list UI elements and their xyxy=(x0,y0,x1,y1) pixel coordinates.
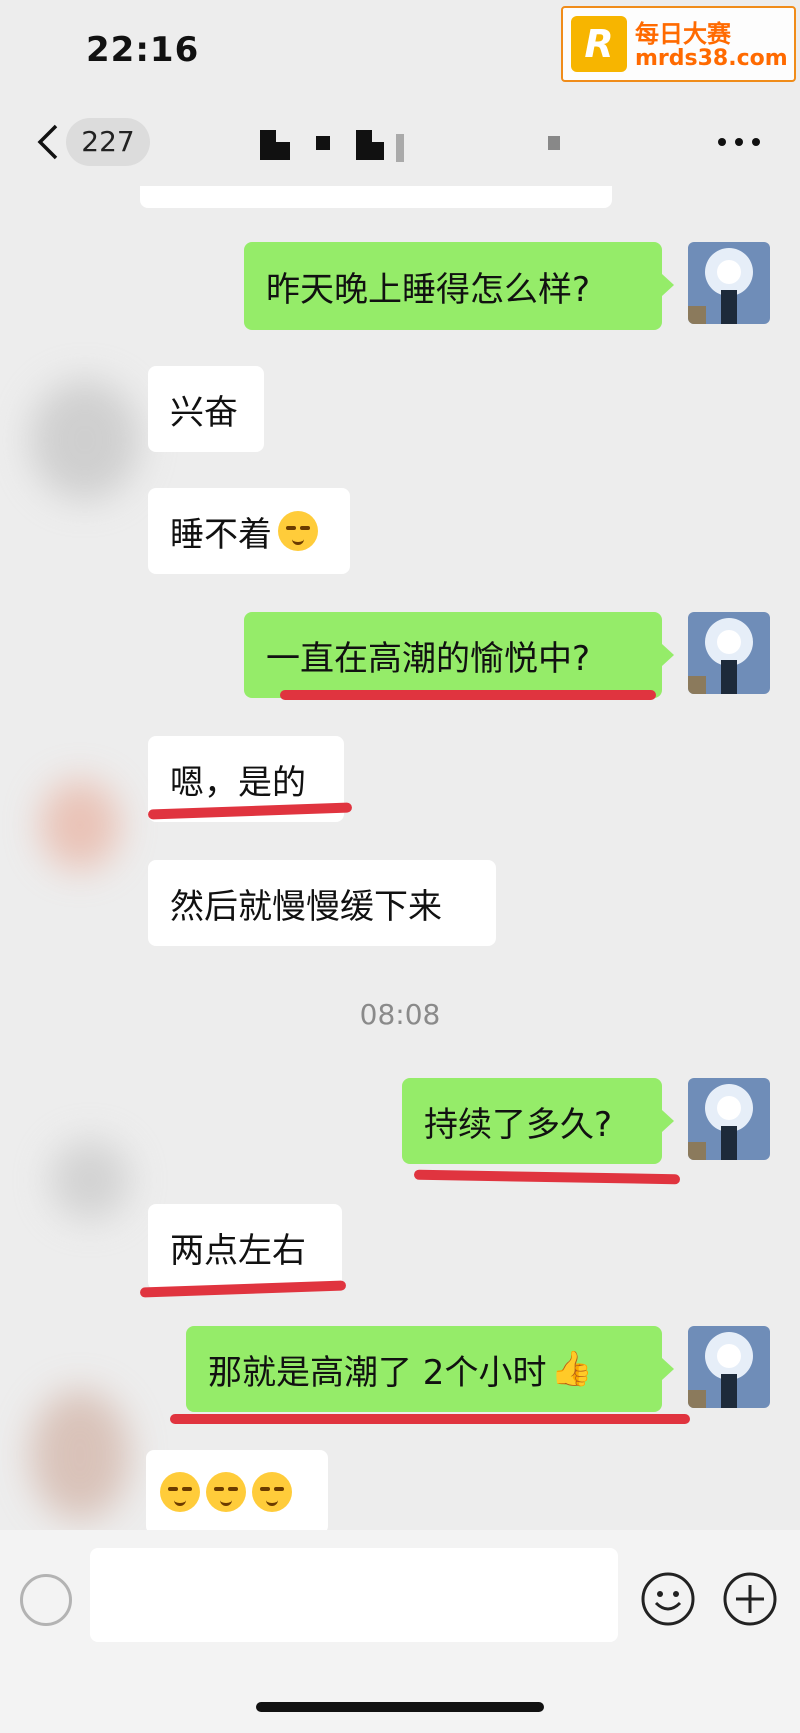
message-text: 睡不着 xyxy=(170,514,272,555)
user-avatar[interactable] xyxy=(688,612,770,694)
message-text: 嗯，是的 xyxy=(170,762,306,803)
bubble-tail xyxy=(662,274,674,296)
message-bubble-incoming[interactable]: 两点左右 xyxy=(148,1204,342,1290)
home-indicator[interactable] xyxy=(256,1702,544,1712)
blurred-avatar-left xyxy=(40,780,120,870)
message-bubble-partial xyxy=(140,186,612,208)
message-bubble-outgoing[interactable]: 昨天晚上睡得怎么样? xyxy=(244,242,662,330)
highlight-underline xyxy=(170,1414,690,1424)
watermark-url: mrds38.com xyxy=(635,46,788,71)
message-text: 持续了多久? xyxy=(424,1104,613,1145)
watermark-badge: R 每日大赛 mrds38.com xyxy=(561,6,796,82)
bubble-tail xyxy=(662,644,674,666)
unread-count-badge[interactable]: 227 xyxy=(66,118,150,166)
voice-icon[interactable] xyxy=(20,1574,72,1626)
message-text: 兴奋 xyxy=(170,392,238,433)
smirking-face-icon xyxy=(252,1472,292,1512)
message-bubble-incoming[interactable]: 睡不着 xyxy=(148,488,350,574)
message-text: 两点左右 xyxy=(170,1230,306,1271)
user-avatar[interactable] xyxy=(688,1078,770,1160)
blurred-avatar-left xyxy=(50,1140,130,1220)
status-time: 22:16 xyxy=(86,30,200,70)
watermark-logo: R xyxy=(571,16,627,72)
message-text: 然后就慢慢缓下来 xyxy=(170,886,442,927)
thumbs-up-icon: 👍 xyxy=(550,1349,593,1389)
back-chevron-icon[interactable] xyxy=(30,122,70,162)
chat-timestamp: 08:08 xyxy=(359,998,441,1031)
emoji-icon[interactable] xyxy=(640,1571,696,1627)
blurred-avatar-left xyxy=(30,1390,130,1520)
bubble-tail xyxy=(662,1358,674,1380)
smirking-face-icon xyxy=(206,1472,246,1512)
message-input[interactable] xyxy=(90,1548,618,1642)
message-text: 一直在高潮的愉悦中? xyxy=(266,638,591,679)
highlight-underline xyxy=(413,1169,681,1185)
message-bubble-incoming[interactable] xyxy=(146,1450,328,1534)
highlight-underline xyxy=(280,690,656,700)
watermark-title: 每日大赛 xyxy=(635,20,731,48)
message-text: 昨天晚上睡得怎么样? xyxy=(266,269,591,310)
message-bubble-outgoing[interactable]: 那就是高潮了 2个小时 👍 xyxy=(186,1326,662,1412)
smirking-face-icon xyxy=(160,1472,200,1512)
more-options-icon[interactable] xyxy=(714,132,764,152)
message-bubble-outgoing[interactable]: 持续了多久? xyxy=(402,1078,662,1164)
message-bubble-outgoing[interactable]: 一直在高潮的愉悦中? xyxy=(244,612,662,698)
bubble-tail xyxy=(662,1110,674,1132)
user-avatar[interactable] xyxy=(688,1326,770,1408)
message-bubble-incoming[interactable]: 然后就慢慢缓下来 xyxy=(148,860,496,946)
message-bubble-incoming[interactable]: 兴奋 xyxy=(148,366,264,452)
loudly-crying-face-icon xyxy=(278,511,318,551)
plus-icon[interactable] xyxy=(722,1571,778,1627)
user-avatar[interactable] xyxy=(688,242,770,324)
blurred-avatar-left xyxy=(30,380,140,500)
message-text: 那就是高潮了 2个小时 xyxy=(208,1352,547,1393)
